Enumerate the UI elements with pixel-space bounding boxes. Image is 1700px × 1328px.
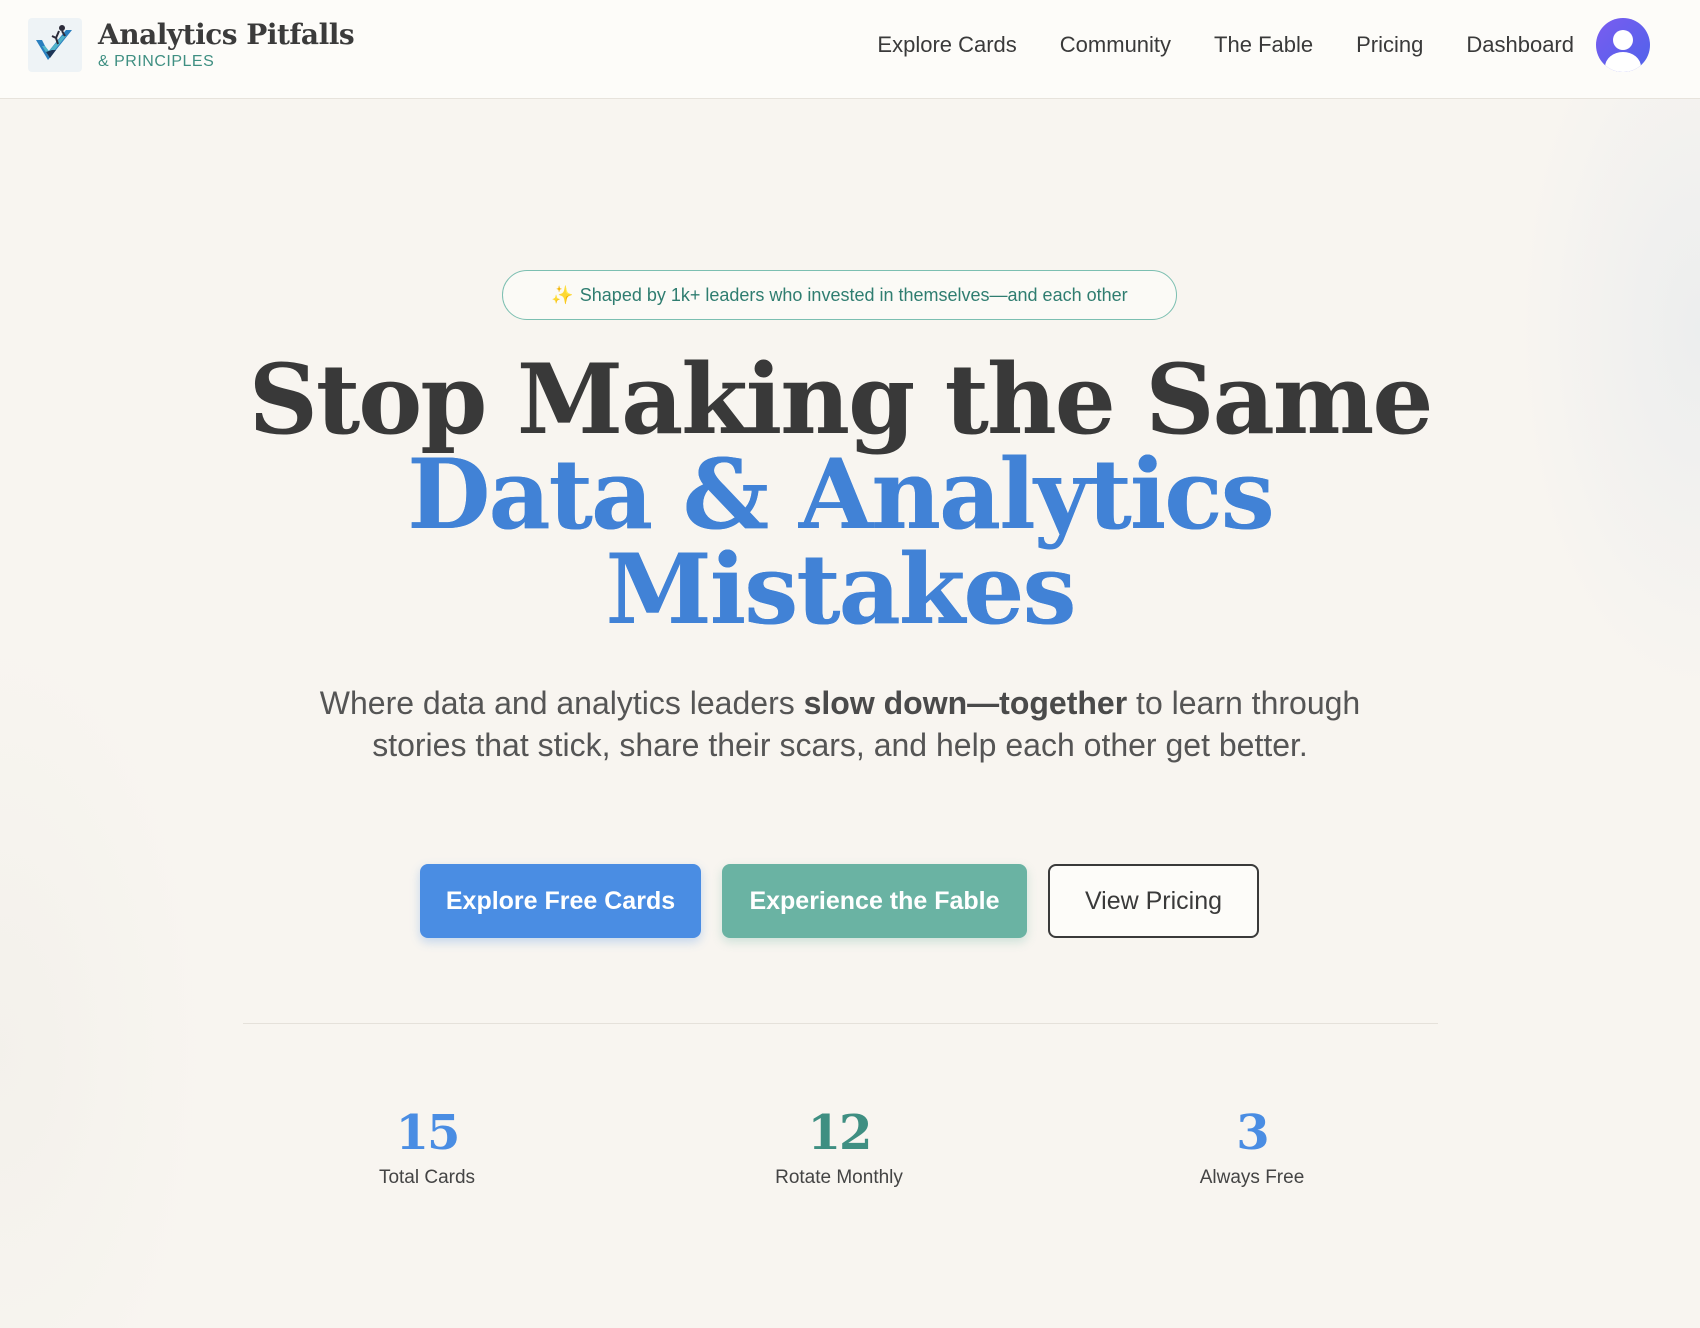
headline-line-2: Data & Analytics (0, 447, 1680, 543)
stat-label: Rotate Monthly (775, 1167, 903, 1188)
stat-rotate-monthly: 12 Rotate Monthly (689, 1105, 989, 1189)
subheading-emphasis: slow down—together (803, 685, 1128, 721)
brand-title: Analytics Pitfalls (98, 18, 355, 51)
hero-subheading: Where data and analytics leaders slow do… (300, 682, 1380, 766)
brand-subtitle: & PRINCIPLES (98, 53, 215, 70)
subheading-start: Where data and analytics leaders (319, 685, 804, 721)
sparkles-icon: ✨ (551, 284, 574, 305)
top-nav-bar: Analytics Pitfalls & PRINCIPLES Explore … (0, 0, 1700, 99)
section-divider (243, 1023, 1438, 1024)
nav-dashboard[interactable]: Dashboard (1466, 32, 1574, 58)
stat-value: 15 (395, 1105, 461, 1161)
badge-text: Shaped by 1k+ leaders who invested in th… (579, 284, 1128, 305)
headline-line-1: Stop Making the Same (248, 343, 1434, 456)
nav-community[interactable]: Community (1060, 32, 1171, 58)
stat-label: Total Cards (378, 1167, 476, 1188)
user-avatar-icon[interactable] (1596, 18, 1650, 72)
view-pricing-button[interactable]: View Pricing (1048, 864, 1259, 938)
hero-headline: Stop Making the Same Data & Analytics Mi… (0, 343, 1680, 638)
stat-total-cards: 15 Total Cards (277, 1105, 577, 1189)
main-nav: Explore Cards Community The Fable Pricin… (877, 0, 1700, 90)
stat-value: 12 (807, 1105, 873, 1161)
headline-line-3: Mistakes (0, 542, 1680, 638)
experience-fable-button[interactable]: Experience the Fable (722, 864, 1027, 938)
nav-explore-cards[interactable]: Explore Cards (877, 32, 1016, 58)
explore-free-cards-button[interactable]: Explore Free Cards (420, 864, 701, 938)
brand-logo-link[interactable]: Analytics Pitfalls & PRINCIPLES (28, 18, 355, 72)
stat-value: 3 (1236, 1105, 1269, 1161)
checkmark-climber-logo-icon (28, 18, 82, 72)
social-proof-badge: ✨ Shaped by 1k+ leaders who invested in … (502, 270, 1177, 320)
stat-always-free: 3 Always Free (1102, 1105, 1402, 1189)
nav-pricing[interactable]: Pricing (1356, 32, 1423, 58)
stat-label: Always Free (1199, 1167, 1305, 1188)
nav-the-fable[interactable]: The Fable (1214, 32, 1313, 58)
